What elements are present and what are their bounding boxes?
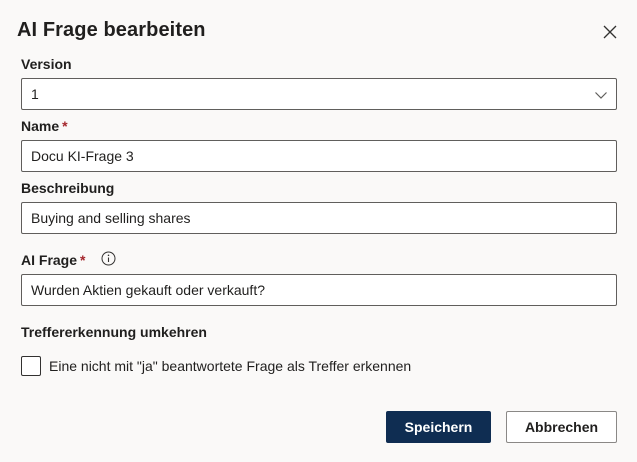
info-icon[interactable] [101, 251, 116, 266]
name-value: Docu KI-Frage 3 [31, 148, 134, 164]
description-value: Buying and selling shares [31, 210, 191, 226]
required-marker: * [62, 118, 68, 134]
cancel-button[interactable]: Abbrechen [506, 411, 617, 443]
edit-ai-question-dialog: AI Frage bearbeiten Version 1 Name * Docu… [0, 0, 637, 462]
name-label: Name * [21, 118, 68, 134]
close-icon [603, 25, 617, 39]
description-label: Beschreibung [21, 180, 115, 196]
ai-question-label: AI Frage * [21, 252, 86, 268]
description-input[interactable]: Buying and selling shares [21, 202, 617, 234]
invert-hit-checkbox-label[interactable]: Eine nicht mit "ja" beantwortete Frage a… [49, 358, 411, 374]
invert-hit-checkbox[interactable] [21, 356, 41, 376]
invert-hit-label: Treffererkennung umkehren [21, 324, 207, 340]
save-button[interactable]: Speichern [386, 411, 491, 443]
required-marker: * [80, 252, 86, 268]
chevron-down-icon [595, 92, 607, 99]
version-label: Version [21, 56, 72, 72]
ai-question-value: Wurden Aktien gekauft oder verkauft? [31, 282, 265, 298]
version-value: 1 [31, 86, 39, 102]
ai-question-input[interactable]: Wurden Aktien gekauft oder verkauft? [21, 274, 617, 306]
version-select[interactable]: 1 [21, 78, 617, 110]
close-button[interactable] [600, 22, 620, 42]
dialog-title: AI Frage bearbeiten [17, 19, 206, 41]
name-input[interactable]: Docu KI-Frage 3 [21, 140, 617, 172]
